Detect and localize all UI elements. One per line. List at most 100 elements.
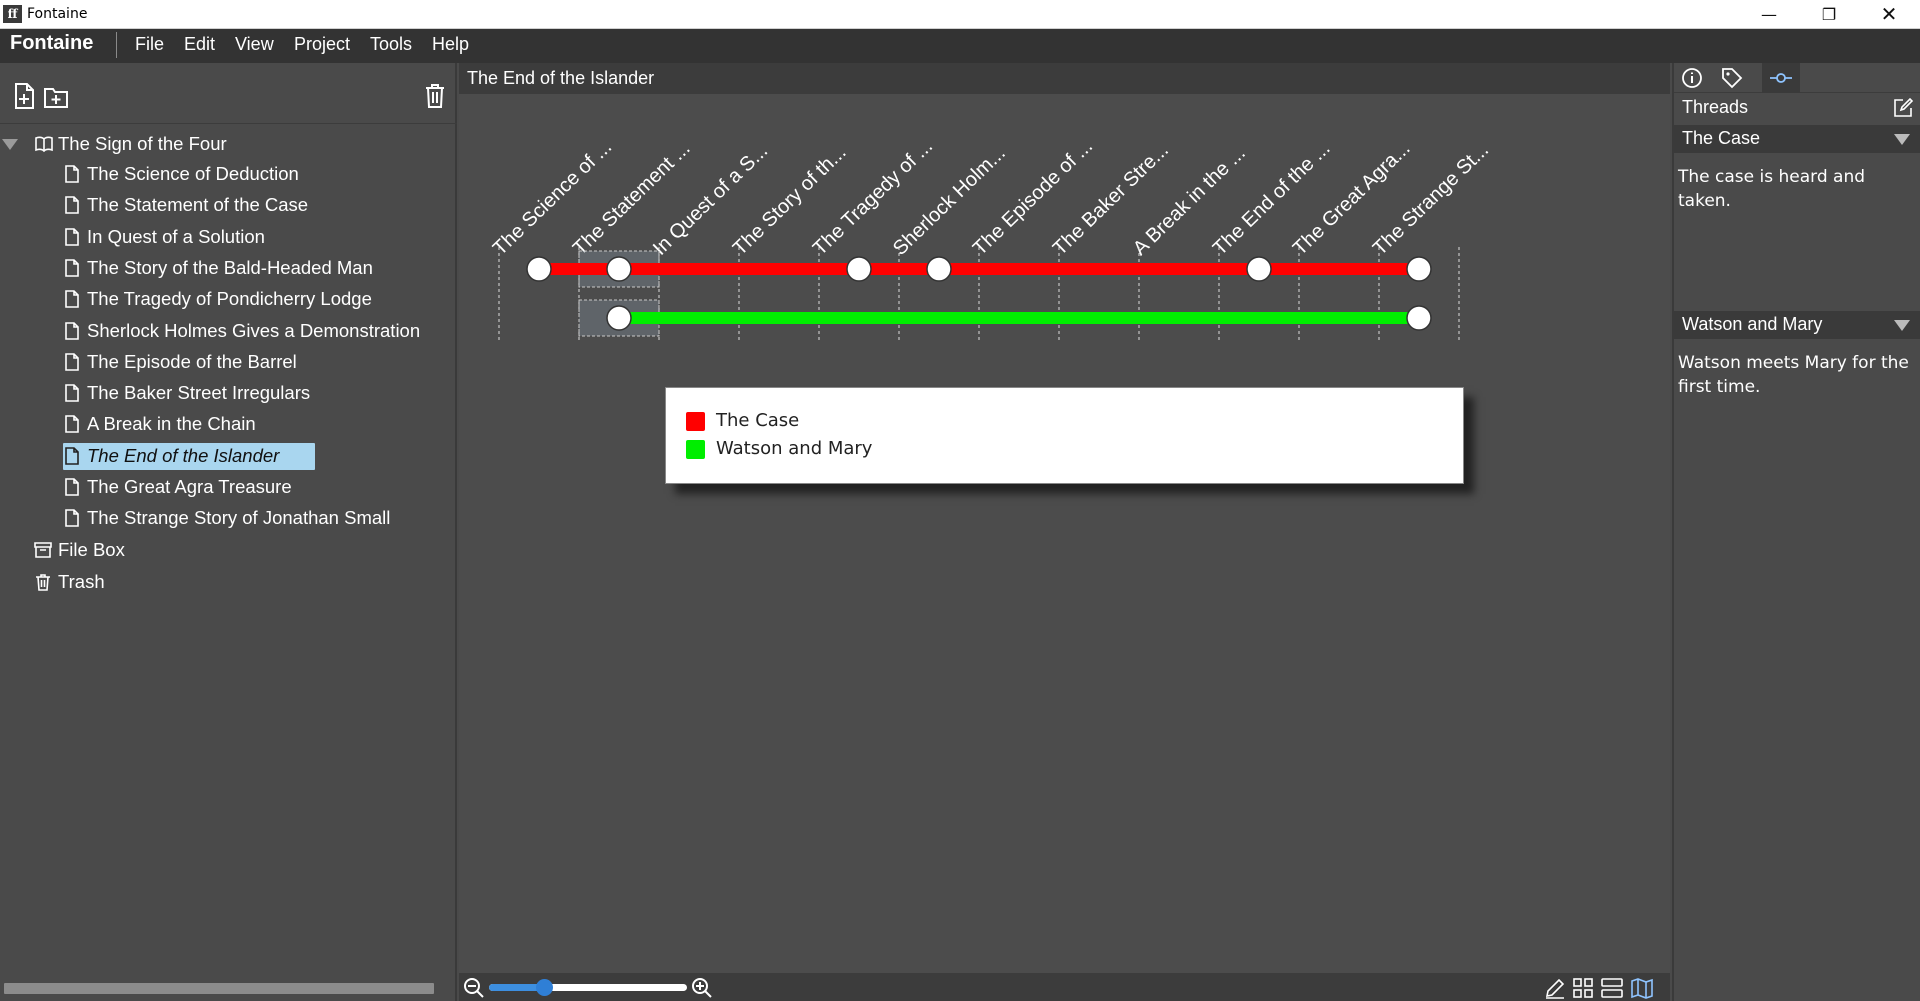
document-icon (65, 227, 79, 246)
tree-chapter[interactable]: The Strange Story of Jonathan Small (63, 505, 443, 533)
thread-title: Watson and Mary (1682, 314, 1823, 334)
tree-chapter[interactable]: The Statement of the Case (63, 192, 443, 220)
inspector-tabs (1674, 63, 1920, 93)
tree-chapter[interactable]: In Quest of a Solution (63, 224, 443, 252)
thread-node[interactable] (1246, 256, 1272, 282)
sidebar-horizontal-scrollbar[interactable] (4, 983, 434, 994)
tree-chapter[interactable]: The Science of Deduction (63, 161, 443, 189)
window-title: Fontaine (27, 6, 88, 22)
minimize-button[interactable]: — (1740, 0, 1798, 29)
thread-description[interactable]: Watson meets Mary for the first time. (1678, 351, 1918, 399)
tree-chapter[interactable]: A Break in the Chain (63, 411, 443, 439)
thread-section-the-case[interactable]: The Case (1674, 125, 1920, 153)
tree-project[interactable]: The Sign of the Four (34, 131, 294, 159)
info-icon[interactable] (1680, 66, 1704, 90)
legend-label: The Case (716, 410, 800, 431)
collapse-chevron-icon[interactable] (1894, 320, 1910, 331)
new-document-icon[interactable] (13, 83, 35, 109)
trash-label: Trash (58, 571, 105, 592)
thread-node[interactable] (606, 305, 632, 331)
thread-description[interactable]: The case is heard and taken. (1678, 165, 1918, 213)
thread-legend: The Case Watson and Mary (665, 387, 1464, 484)
document-icon (65, 384, 79, 402)
outline-view-icon[interactable] (1600, 977, 1624, 999)
chapter-label: The End of the Islander (87, 444, 280, 466)
close-button[interactable]: ✕ (1860, 0, 1918, 29)
file-box-label: File Box (58, 539, 125, 560)
collapse-chevron-icon[interactable] (1894, 134, 1910, 145)
new-folder-icon[interactable] (43, 85, 69, 109)
document-icon (65, 478, 79, 496)
menu-help[interactable]: Help (432, 34, 469, 55)
chapter-label: The Great Agra Treasure (87, 476, 292, 497)
menu-tools[interactable]: Tools (370, 34, 412, 55)
menu-view[interactable]: View (235, 34, 274, 55)
edit-threads-icon[interactable] (1892, 97, 1914, 119)
thread-node[interactable] (926, 256, 952, 282)
thread-node[interactable] (606, 256, 632, 282)
tree-chapter[interactable]: The Baker Street Irregulars (63, 380, 443, 408)
sidebar-divider (0, 123, 457, 124)
zoom-out-icon[interactable] (463, 977, 485, 999)
legend-label: Watson and Mary (716, 438, 873, 459)
restore-button[interactable]: ❐ (1800, 0, 1858, 29)
thread-section-watson-and-mary[interactable]: Watson and Mary (1674, 311, 1920, 339)
document-icon (65, 352, 79, 371)
expand-toggle-icon[interactable] (2, 139, 18, 150)
menu-project[interactable]: Project (294, 34, 350, 55)
chapter-label: The Tragedy of Pondicherry Lodge (87, 288, 372, 310)
app-logo-icon: ff (3, 5, 22, 23)
tree-trash[interactable]: Trash (34, 569, 234, 597)
tree-chapter[interactable]: The Episode of the Barrel (63, 349, 443, 377)
chapter-label: The Baker Street Irregulars (87, 382, 311, 404)
zoom-slider-thumb[interactable] (536, 979, 553, 996)
edit-view-icon[interactable] (1544, 977, 1566, 999)
tree-file-box[interactable]: File Box (34, 537, 234, 565)
project-sidebar: The Sign of the Four The Science of Dedu… (0, 63, 457, 1001)
zoom-in-icon[interactable] (691, 977, 713, 999)
book-icon (35, 136, 53, 153)
document-header: The End of the Islander (459, 63, 1670, 94)
trash-icon (36, 574, 50, 591)
chapter-label: The Statement of the Case (87, 194, 309, 216)
chapter-label: The Episode of the Barrel (87, 350, 297, 372)
thread-node[interactable] (1406, 305, 1432, 331)
thread-node[interactable] (526, 256, 552, 282)
document-icon (65, 165, 79, 183)
chapter-label: A Break in the Chain (87, 413, 256, 435)
tree-chapter[interactable]: The Story of the Bald-Headed Man (63, 255, 443, 283)
tree-chapter[interactable]: Sherlock Holmes Gives a Demonstration (63, 318, 443, 346)
thread-node[interactable] (1406, 256, 1432, 282)
document-icon (65, 415, 79, 434)
document-icon (65, 259, 79, 277)
document-title: The End of the Islander (467, 68, 655, 88)
inspector-panel: Threads The Case The case is heard and t… (1672, 63, 1920, 1001)
document-icon (65, 321, 79, 340)
archive-box-icon (34, 542, 52, 558)
chapter-label: In Quest of a Solution (87, 225, 265, 247)
document-icon (65, 509, 79, 528)
chapter-label: The Science of Deduction (87, 163, 299, 184)
tree-chapter[interactable]: The Tragedy of Pondicherry Lodge (63, 286, 443, 314)
chapter-label: The Strange Story of Jonathan Small (87, 507, 391, 529)
project-label: The Sign of the Four (58, 133, 227, 154)
tree-chapter[interactable]: The Great Agra Treasure (63, 474, 443, 502)
app-window: ff Fontaine — ❐ ✕ Fontaine File Edit Vie… (0, 0, 1920, 1001)
map-view-icon[interactable] (1630, 977, 1654, 999)
tag-icon[interactable] (1720, 66, 1744, 90)
menu-edit[interactable]: Edit (184, 34, 215, 55)
thread-title: The Case (1682, 128, 1761, 148)
document-icon (65, 290, 79, 308)
menu-bar: Fontaine File Edit View Project Tools He… (0, 29, 1920, 63)
menu-file[interactable]: File (135, 34, 164, 55)
document-icon (65, 196, 79, 215)
document-icon (65, 446, 79, 465)
timeline-view: The End of the Islander The Science of .… (459, 63, 1670, 1001)
trash-icon[interactable] (424, 83, 446, 109)
chapter-label: The Story of the Bald-Headed Man (87, 256, 373, 278)
tree-chapter-selected[interactable]: The End of the Islander (63, 442, 315, 470)
thread-node[interactable] (846, 256, 872, 282)
thread-icon[interactable] (1768, 66, 1794, 90)
grid-view-icon[interactable] (1572, 977, 1594, 999)
legend-swatch-green (686, 440, 705, 459)
